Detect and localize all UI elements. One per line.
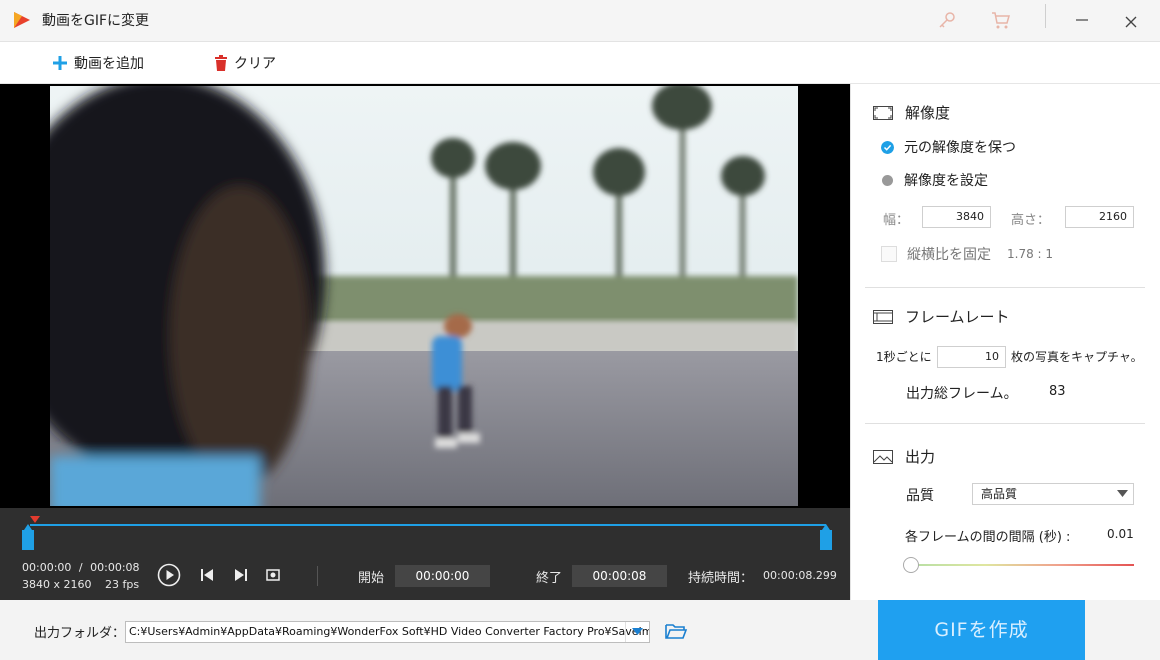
video-preview — [0, 84, 850, 508]
resolution-section-title: 解像度 — [873, 102, 950, 123]
time-separator: / — [78, 561, 83, 574]
aspect-lock-label: 縦横比を固定 — [907, 247, 991, 263]
interval-value: 0.01 — [1107, 527, 1134, 541]
section-divider — [865, 423, 1145, 424]
title-bar: 動画をGIFに変更 — [0, 0, 1160, 42]
total-time: 00:00:08 — [90, 561, 140, 574]
cart-icon[interactable] — [990, 9, 1012, 31]
quality-select[interactable]: 高品質 — [972, 483, 1134, 505]
total-frames-value: 83 — [1049, 384, 1066, 399]
quality-value: 高品質 — [981, 487, 1018, 501]
height-label: 高さ： — [1011, 213, 1051, 228]
previous-frame-icon[interactable] — [200, 569, 214, 581]
resolution-title: 解像度 — [905, 104, 951, 122]
resize-icon — [873, 105, 893, 120]
start-time-field[interactable]: 00:00:00 — [395, 565, 490, 587]
framerate-title: フレームレート — [905, 308, 1010, 326]
video-frame-image — [50, 86, 798, 506]
output-path-field[interactable]: C:¥Users¥Admin¥AppData¥Roaming¥WonderFox… — [125, 621, 650, 643]
keep-resolution-label: 元の解像度を保つ — [904, 140, 1016, 156]
key-icon[interactable] — [936, 9, 958, 31]
duration-label: 持続時間： — [688, 571, 754, 586]
clear-button[interactable]: クリア — [214, 50, 276, 76]
player-controls: 00:00:00 / 00:00:08 3840 x 2160 23 fps 開… — [0, 508, 850, 600]
add-video-button[interactable]: 動画を追加 — [52, 50, 144, 76]
per-second-label: 1秒ごとに — [876, 350, 932, 364]
toolbar: 動画を追加 クリア — [0, 42, 1160, 84]
end-time-field[interactable]: 00:00:08 — [572, 565, 667, 587]
interval-label: 各フレームの間の間隔 (秒) : — [905, 530, 1071, 545]
app-logo-icon — [14, 12, 30, 28]
aspect-ratio-value: 1.78 : 1 — [1007, 247, 1054, 261]
play-icon[interactable] — [157, 563, 181, 587]
controls-separator — [317, 566, 318, 586]
playhead-marker[interactable] — [30, 516, 40, 523]
radio-set-resolution[interactable]: 解像度を設定 — [881, 170, 988, 190]
framerate-section-title: フレームレート — [873, 306, 1010, 327]
interval-slider-knob[interactable] — [903, 557, 919, 573]
start-label: 開始 — [358, 571, 385, 586]
time-readout: 00:00:00 / 00:00:08 — [22, 561, 140, 574]
chevron-down-icon — [632, 628, 643, 635]
set-resolution-label: 解像度を設定 — [904, 173, 988, 189]
minimize-icon[interactable] — [1070, 8, 1094, 32]
section-divider — [865, 287, 1145, 288]
radio-checked-icon — [881, 140, 894, 154]
window-title: 動画をGIFに変更 — [42, 13, 150, 29]
snapshot-icon[interactable] — [266, 569, 280, 581]
close-icon[interactable] — [1119, 8, 1143, 32]
film-icon — [873, 309, 893, 324]
output-folder-label: 出力フォルダ： — [34, 626, 126, 641]
interval-slider-track[interactable] — [911, 564, 1134, 566]
duration-value: 00:00:08.299 — [763, 569, 837, 582]
current-time: 00:00:00 — [22, 561, 72, 574]
trim-end-handle[interactable] — [820, 524, 832, 550]
end-label: 終了 — [536, 571, 563, 586]
bottom-bar: 出力フォルダ： C:¥Users¥Admin¥AppData¥Roaming¥W… — [0, 600, 1160, 660]
checkbox-box — [881, 246, 897, 262]
plus-icon — [53, 56, 67, 70]
quality-label: 品質 — [906, 488, 934, 504]
open-folder-icon[interactable] — [664, 621, 688, 641]
create-gif-button[interactable]: GIFを作成 — [878, 600, 1085, 660]
aspect-lock-checkbox[interactable]: 縦横比を固定 1.78 : 1 — [881, 244, 1053, 264]
settings-panel: 解像度 元の解像度を保つ 解像度を設定 幅： 3840 高さ： 2160 縦横比… — [850, 84, 1160, 600]
path-dropdown-button[interactable] — [625, 622, 649, 642]
trim-start-handle[interactable] — [22, 524, 34, 550]
frames-per-second-input[interactable]: 10 — [937, 346, 1006, 368]
output-section-title: 出力 — [873, 446, 935, 467]
width-label: 幅： — [883, 213, 910, 228]
chevron-down-icon — [1117, 490, 1128, 497]
image-icon — [873, 449, 893, 464]
radio-keep-resolution[interactable]: 元の解像度を保つ — [881, 137, 1016, 157]
capture-label: 枚の写真をキャプチャ。 — [1011, 350, 1143, 364]
height-input[interactable]: 2160 — [1065, 206, 1134, 228]
resolution-info: 3840 x 2160 — [22, 578, 92, 591]
timeline-track[interactable] — [30, 524, 826, 526]
add-video-label: 動画を追加 — [74, 56, 144, 72]
total-frames-label: 出力総フレーム。 — [906, 386, 1018, 402]
radio-unchecked-icon — [882, 174, 893, 186]
output-title: 出力 — [905, 448, 936, 466]
media-info: 3840 x 2160 23 fps — [22, 578, 139, 591]
fps-info: 23 fps — [105, 578, 140, 591]
output-path-value: C:¥Users¥Admin¥AppData¥Roaming¥WonderFox… — [129, 625, 650, 638]
clear-label: クリア — [234, 56, 276, 72]
title-separator — [1045, 4, 1046, 28]
next-frame-icon[interactable] — [234, 569, 248, 581]
width-input[interactable]: 3840 — [922, 206, 991, 228]
trash-icon — [215, 55, 227, 71]
